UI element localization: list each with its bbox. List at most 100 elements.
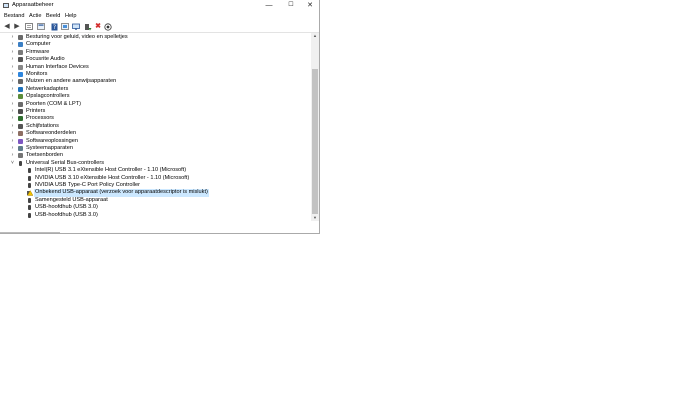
tree-device-label: USB-hoofdhub (USB 3.0) xyxy=(35,211,98,218)
tree-category-label: Toetsenborden xyxy=(26,152,64,159)
uninstall-device-icon[interactable]: ✖ xyxy=(94,23,102,31)
usb-warning-icon xyxy=(27,189,34,196)
chevron-right-icon[interactable]: › xyxy=(10,86,15,93)
tree-category-label: Computer xyxy=(26,41,51,48)
update-driver-icon[interactable] xyxy=(72,23,80,31)
tree-category[interactable]: › Softwareoplossingen xyxy=(0,138,305,145)
menu-actie[interactable]: Actie xyxy=(29,13,41,19)
port-icon xyxy=(18,101,23,107)
tree-category[interactable]: › Opslagcontrollers xyxy=(0,93,305,100)
chevron-down-icon[interactable]: ˅ xyxy=(10,160,15,167)
close-button[interactable]: ✕ xyxy=(300,0,320,11)
scan-hardware-icon[interactable] xyxy=(104,22,112,31)
chevron-right-icon[interactable]: › xyxy=(10,145,15,152)
chevron-right-icon[interactable]: › xyxy=(10,56,15,63)
display-devices-icon[interactable] xyxy=(61,23,69,31)
hid-icon xyxy=(18,64,23,70)
chevron-right-icon[interactable]: › xyxy=(10,71,15,78)
chevron-right-icon[interactable]: › xyxy=(10,93,15,100)
chevron-right-icon[interactable]: › xyxy=(10,123,15,130)
chevron-right-icon[interactable]: › xyxy=(10,64,15,71)
tree-category[interactable]: › Poorten (COM & LPT) xyxy=(0,101,305,108)
chevron-right-icon[interactable]: › xyxy=(10,108,15,115)
tree-category[interactable]: › Firmware xyxy=(0,49,305,56)
device-manager-window: Apparaatbeheer — ☐ ✕ Bestand Actie Beeld… xyxy=(0,0,320,234)
tree-category[interactable]: › Printers xyxy=(0,108,305,115)
tree-category-label: Softwareonderdelen xyxy=(26,130,77,137)
back-arrow-icon[interactable]: ◀ xyxy=(3,23,11,31)
usb-device-icon xyxy=(28,197,31,203)
tree-category-label: Universal Serial Bus-controllers xyxy=(26,159,105,166)
chevron-right-icon[interactable]: › xyxy=(10,34,15,41)
tree-category[interactable]: › Schijfstations xyxy=(0,123,305,130)
usb-device-icon xyxy=(28,205,31,211)
chevron-right-icon[interactable]: › xyxy=(10,152,15,159)
menu-bestand[interactable]: Bestand xyxy=(4,13,25,19)
tree-device-label: Onbekend USB-apparaat (verzoek voor appa… xyxy=(34,189,209,197)
tree-category-label: Schijfstations xyxy=(26,122,59,129)
chevron-right-icon[interactable]: › xyxy=(10,115,15,122)
tree-device-label: Intel(R) USB 3.1 eXtensible Host Control… xyxy=(35,167,187,174)
chevron-right-icon[interactable]: › xyxy=(10,49,15,56)
tree-category-label: Monitors xyxy=(26,71,48,77)
usb-icon xyxy=(19,160,22,166)
title-bar[interactable]: Apparaatbeheer — ☐ ✕ xyxy=(0,0,319,11)
tree-device-label: NVIDIA USB 3.10 eXtensible Host Controll… xyxy=(35,174,190,181)
device-tree: › Besturing voor geluid, video en spellet… xyxy=(0,33,310,221)
help-icon[interactable]: ? xyxy=(50,23,58,31)
monitor-icon xyxy=(18,72,23,77)
tree-category-label: Human Interface Devices xyxy=(26,63,89,70)
properties-icon[interactable] xyxy=(25,23,33,31)
tree-category[interactable]: › Muizen en andere aanwijsapparaten xyxy=(0,78,305,85)
tree-category-label: Processors xyxy=(26,115,54,122)
refresh-icon[interactable] xyxy=(37,23,45,31)
disk-icon xyxy=(18,123,23,129)
maximize-button[interactable]: ☐ xyxy=(281,0,301,11)
processor-icon xyxy=(18,116,23,122)
chevron-right-icon[interactable]: › xyxy=(10,130,15,137)
device-manager-app-icon xyxy=(3,3,9,8)
tree-category-label: Firmware xyxy=(26,48,50,55)
tree-device-label: Samengesteld USB-apparaat xyxy=(35,196,108,203)
system-device-icon xyxy=(18,146,23,151)
menu-help[interactable]: Help xyxy=(65,13,77,19)
computer-icon xyxy=(18,42,23,48)
mouse-icon xyxy=(18,79,23,85)
chevron-right-icon[interactable]: › xyxy=(10,138,15,145)
tree-category[interactable]: › Human Interface Devices xyxy=(0,64,305,71)
chevron-right-icon[interactable]: › xyxy=(10,41,15,48)
tree-category[interactable]: › Toetsenborden xyxy=(0,152,305,159)
tree-category-label: Poorten (COM & LPT) xyxy=(26,100,82,107)
tree-category[interactable]: › Netwerkadapters xyxy=(0,86,305,93)
chevron-right-icon[interactable]: › xyxy=(10,101,15,108)
scrollbar-thumb[interactable] xyxy=(312,69,318,214)
tree-category[interactable]: › Softwareonderdelen xyxy=(0,130,305,137)
scroll-down-icon[interactable]: ▼ xyxy=(311,215,319,221)
disable-device-icon[interactable] xyxy=(84,23,92,31)
menu-beeld[interactable]: Beeld xyxy=(46,13,60,19)
minimize-button[interactable]: — xyxy=(259,0,279,11)
scroll-up-icon[interactable]: ▲ xyxy=(311,33,319,39)
tree-category-label: Netwerkadapters xyxy=(26,85,69,92)
software-component-icon xyxy=(18,131,23,137)
window-bottom-divider xyxy=(0,232,60,233)
tree-category[interactable]: › Focusrite Audio xyxy=(0,56,305,63)
usb-device-icon xyxy=(28,175,31,181)
tree-category[interactable]: › Systeemapparaten xyxy=(0,145,305,152)
printer-icon xyxy=(18,109,23,114)
audio-icon xyxy=(18,57,23,63)
tree-category[interactable]: › Besturing voor geluid, video en spellet… xyxy=(0,34,305,41)
tree-category[interactable]: › Monitors xyxy=(0,71,305,78)
tree-category-usb[interactable]: ˅ Universal Serial Bus-controllers xyxy=(0,160,305,167)
forward-arrow-icon[interactable]: ▶ xyxy=(13,23,21,31)
chevron-right-icon[interactable]: › xyxy=(10,78,15,85)
vertical-scrollbar[interactable]: ▲ ▼ xyxy=(311,33,319,221)
tree-category-label: Focusrite Audio xyxy=(26,56,65,63)
tree-category[interactable]: › Processors xyxy=(0,115,305,122)
tree-category-label: Printers xyxy=(26,108,46,114)
toolbar: ◀ ▶ ? ✖ xyxy=(0,21,319,33)
tree-category-label: Systeemapparaten xyxy=(26,145,73,151)
tree-category[interactable]: › Computer xyxy=(0,41,305,48)
tree-device-label: USB-hoofdhub (USB 3.0) xyxy=(35,204,98,211)
tree-category-label: Softwareoplossingen xyxy=(26,137,78,144)
